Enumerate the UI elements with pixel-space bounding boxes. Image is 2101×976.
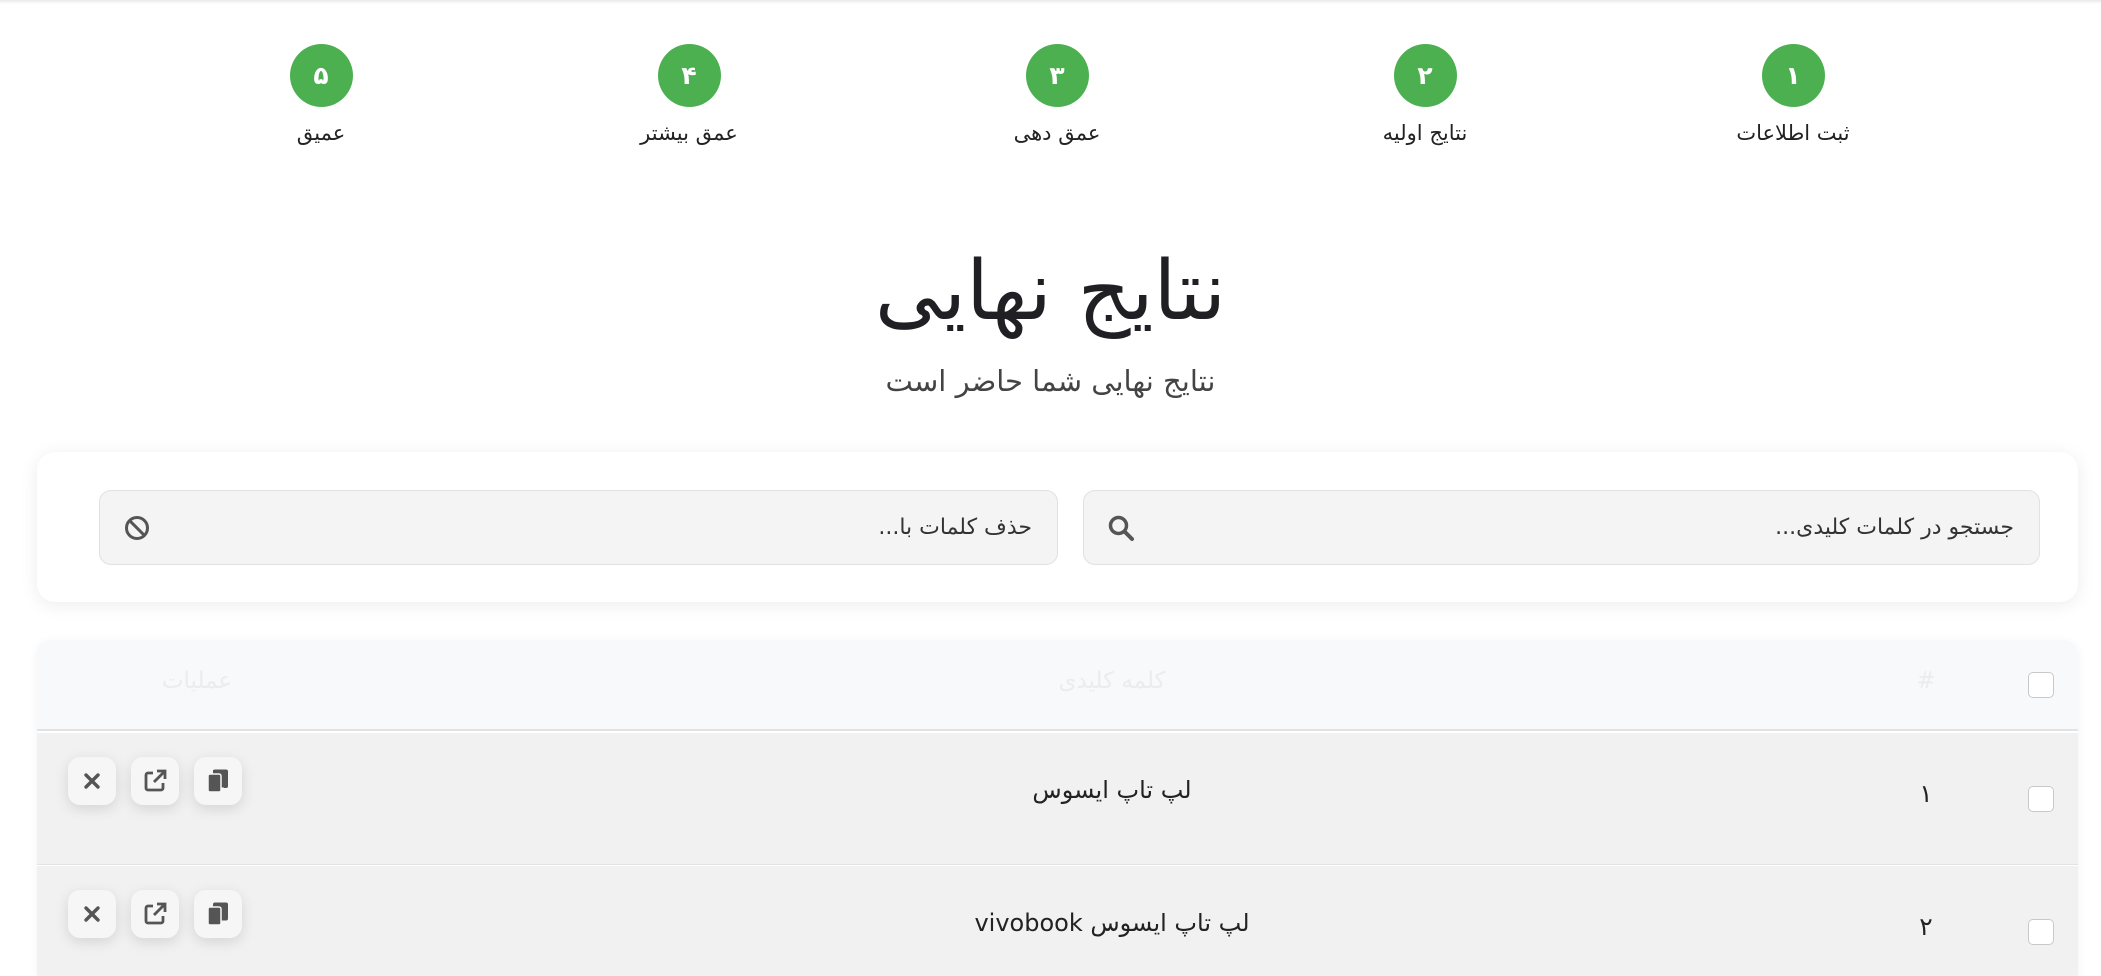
delete-button[interactable] <box>68 890 116 938</box>
row-index: ۱ <box>1919 779 1933 808</box>
table-row: ۱ لپ تاپ ایسوس <box>37 733 2078 865</box>
step-5-label: عمیق <box>296 121 346 145</box>
page-title: نتایج نهایی <box>874 244 1227 339</box>
step-3[interactable]: ۳ عمق دهی <box>927 44 1187 145</box>
step-2-badge: ۲ <box>1393 44 1457 107</box>
step-1-label: ثبت اطلاعات <box>1736 121 1850 145</box>
filter-card <box>37 452 2078 602</box>
close-icon <box>84 773 100 789</box>
header-keyword: کلمه کلیدی <box>1058 668 1166 694</box>
step-1-badge: ۱ <box>1761 44 1825 107</box>
copy-button[interactable] <box>194 757 242 805</box>
copy-button[interactable] <box>194 890 242 938</box>
step-2[interactable]: ۲ نتایج اولیه <box>1295 44 1555 145</box>
step-3-label: عمق دهی <box>1013 121 1101 145</box>
external-link-icon <box>144 769 167 792</box>
row-checkbox[interactable] <box>2028 786 2054 812</box>
external-link-icon <box>144 902 167 925</box>
step-4[interactable]: ۴ عمق بیشتر <box>559 44 819 145</box>
row-keyword: لپ تاپ ایسوس <box>1032 776 1192 804</box>
copy-icon <box>207 769 228 793</box>
top-shadow-strip <box>0 0 2101 4</box>
exclude-field <box>99 490 1058 565</box>
results-table: # کلمه کلیدی عملیات ۱ لپ تاپ ایسوس ۲ لپ … <box>37 640 2078 976</box>
header-actions: عملیات <box>161 668 233 694</box>
row-index: ۲ <box>1919 912 1933 941</box>
ban-icon <box>122 513 152 543</box>
page-subtitle: نتایج نهایی شما حاضر است <box>885 364 1216 398</box>
table-row: ۲ لپ تاپ ایسوس vivobook <box>37 866 2078 976</box>
header-index: # <box>1916 668 1936 694</box>
search-icon[interactable] <box>1106 513 1136 543</box>
step-5-badge: ۵ <box>289 44 353 107</box>
exclude-input[interactable] <box>272 491 1032 564</box>
row-keyword: لپ تاپ ایسوس vivobook <box>974 909 1250 937</box>
copy-icon <box>207 902 228 926</box>
search-input[interactable] <box>1254 491 2014 564</box>
step-2-label: نتایج اولیه <box>1382 121 1468 145</box>
select-all-checkbox[interactable] <box>2028 672 2054 698</box>
step-1[interactable]: ۱ ثبت اطلاعات <box>1663 44 1923 145</box>
step-4-badge: ۴ <box>657 44 721 107</box>
delete-button[interactable] <box>68 757 116 805</box>
row-checkbox[interactable] <box>2028 919 2054 945</box>
table-header: # کلمه کلیدی عملیات <box>37 640 2078 731</box>
close-icon <box>84 906 100 922</box>
step-3-badge: ۳ <box>1025 44 1089 107</box>
open-link-button[interactable] <box>131 757 179 805</box>
open-link-button[interactable] <box>131 890 179 938</box>
search-field <box>1083 490 2040 565</box>
step-5[interactable]: ۵ عمیق <box>191 44 451 145</box>
step-4-label: عمق بیشتر <box>640 121 738 145</box>
